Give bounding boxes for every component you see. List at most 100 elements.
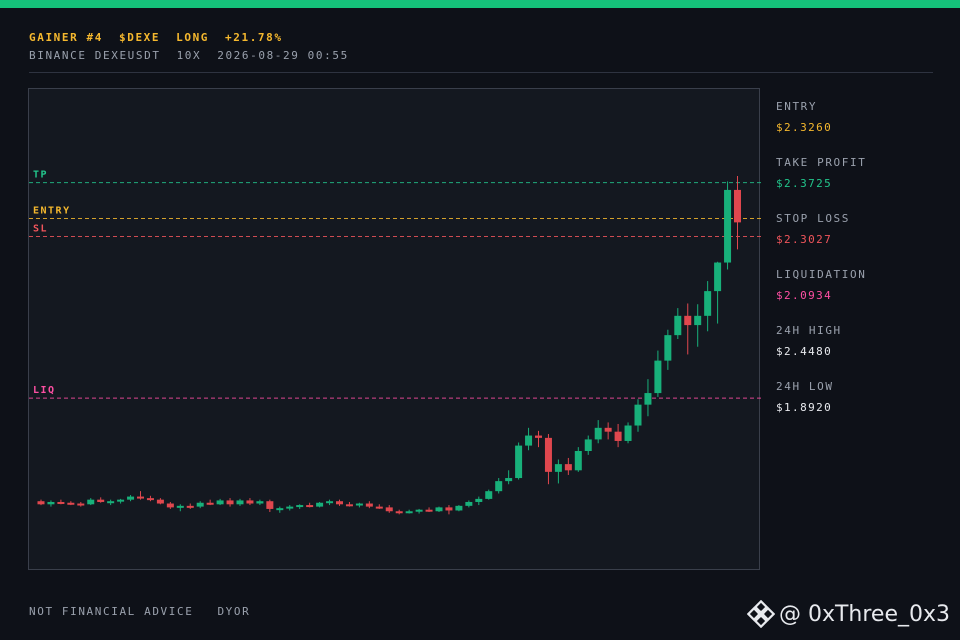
- stat-value: $2.0934: [776, 289, 833, 302]
- candle-body: [246, 500, 254, 504]
- header-divider: [29, 72, 933, 73]
- stat-value: $2.3725: [776, 177, 833, 190]
- candle-body: [316, 502, 324, 507]
- candle-body: [216, 500, 224, 505]
- pair-label: BINANCE DEXEUSDT: [29, 49, 161, 62]
- candle-body: [505, 478, 513, 482]
- stat-24h-high: 24H HIGH $2.4480: [776, 324, 946, 380]
- stat-label: STOP LOSS: [776, 212, 851, 225]
- candle-body: [146, 498, 154, 501]
- disclaimer: NOT FINANCIAL ADVICE DYOR: [29, 605, 274, 618]
- candle-body: [166, 503, 174, 508]
- candlestick-chart-svg: TP ENTRY SL LIQ: [29, 170, 761, 515]
- candle-body: [186, 505, 194, 508]
- candle-body: [674, 315, 682, 336]
- stat-value: $2.4480: [776, 345, 833, 358]
- candle-body: [664, 335, 672, 361]
- candle-body: [574, 451, 582, 471]
- candle-body: [127, 496, 135, 500]
- candle-body: [296, 505, 304, 508]
- ticker-label: $DEXE: [119, 31, 161, 44]
- signal-subheader: BINANCE DEXEUSDT 10X 2026-08-29 00:55: [29, 49, 365, 62]
- level-label-tp: TP: [33, 170, 48, 181]
- level-label-entry: ENTRY: [33, 206, 71, 217]
- candle-body: [644, 393, 652, 405]
- candle-body: [594, 427, 602, 440]
- candle-body: [734, 189, 741, 223]
- candle-body: [634, 404, 642, 426]
- candle-body: [485, 491, 493, 499]
- stat-stop-loss: STOP LOSS $2.3027: [776, 212, 946, 268]
- change-label: +21.78%: [225, 31, 283, 44]
- candle-body: [584, 439, 592, 451]
- disclaimer-text: NOT FINANCIAL ADVICE: [29, 605, 194, 618]
- candle-body: [256, 501, 264, 504]
- candle-body: [375, 506, 383, 509]
- stat-entry: ENTRY $2.3260: [776, 100, 946, 156]
- binance-logo-icon: [746, 600, 775, 628]
- candle-body: [525, 435, 533, 446]
- stat-label: 24H HIGH: [776, 324, 842, 337]
- candle-body: [515, 445, 523, 479]
- candle-body: [77, 503, 85, 506]
- candle-body: [355, 503, 363, 506]
- candle-body: [137, 496, 144, 499]
- watermark-handle: @ 0xThree_0x3: [778, 601, 950, 627]
- stat-liquidation: LIQUIDATION $2.0934: [776, 268, 946, 324]
- candle-body: [465, 501, 473, 506]
- candle-body: [544, 437, 552, 472]
- candle-body: [704, 291, 712, 316]
- stat-value: $2.3260: [776, 121, 833, 134]
- candle-body: [156, 499, 164, 504]
- candle-body: [495, 481, 503, 492]
- candle-body: [694, 315, 702, 326]
- candle-body: [306, 505, 314, 508]
- candle-body: [87, 499, 95, 505]
- candle-body: [276, 508, 284, 511]
- signal-header: GAINER #4 $DEXE LONG +21.78%: [29, 31, 299, 44]
- candle-body: [724, 189, 732, 263]
- candle-body: [395, 511, 403, 514]
- dyor-text: DYOR: [217, 605, 251, 618]
- candle-body: [614, 431, 622, 441]
- stats-panel: ENTRY $2.3260 TAKE PROFIT $2.3725 STOP L…: [776, 100, 946, 436]
- stat-label: 24H LOW: [776, 380, 834, 393]
- candle-body: [117, 499, 125, 502]
- candle-body: [535, 435, 542, 438]
- watermark: @ 0xThree_0x3: [746, 598, 950, 630]
- candle-body: [445, 507, 453, 511]
- level-label-liq: LIQ: [33, 385, 56, 396]
- timestamp-label: 2026-08-29 00:55: [217, 49, 349, 62]
- candle-body: [236, 500, 244, 505]
- candle-body: [425, 509, 433, 512]
- stat-label: LIQUIDATION: [776, 268, 867, 281]
- candle-body: [554, 464, 562, 472]
- candle-body: [196, 502, 204, 507]
- stat-take-profit: TAKE PROFIT $2.3725: [776, 156, 946, 212]
- leverage-label: 10X: [176, 49, 202, 62]
- candle-body: [475, 498, 483, 502]
- candle-body: [415, 509, 423, 512]
- candle-body: [604, 427, 612, 432]
- level-label-sl: SL: [33, 224, 48, 235]
- candle-body: [336, 501, 343, 505]
- stat-value: $2.3027: [776, 233, 833, 246]
- candle-body: [67, 502, 75, 505]
- candle-body: [365, 503, 373, 507]
- candle-body: [385, 507, 393, 512]
- candle-body: [455, 505, 463, 511]
- stat-24h-low: 24H LOW $1.8920: [776, 380, 946, 436]
- candle-body: [564, 464, 572, 471]
- candle-body: [405, 511, 413, 514]
- candle-body: [345, 504, 353, 507]
- price-chart[interactable]: TP ENTRY SL LIQ: [28, 88, 761, 570]
- candle-body: [435, 507, 443, 512]
- candle-body: [206, 502, 214, 505]
- rank-label: GAINER #4: [29, 31, 104, 44]
- candle-body: [47, 501, 55, 505]
- candle-body: [684, 315, 692, 326]
- candle-body: [97, 499, 105, 502]
- stat-label: ENTRY: [776, 100, 818, 113]
- candle-body: [286, 506, 294, 509]
- direction-label: LONG: [176, 31, 210, 44]
